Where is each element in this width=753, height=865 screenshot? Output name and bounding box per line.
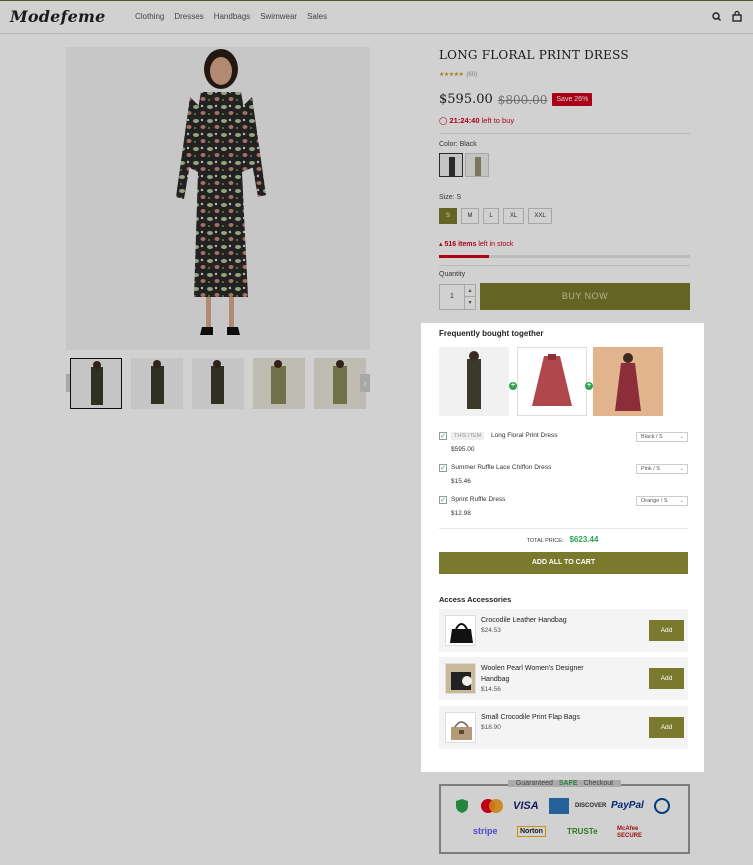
add-accessory-button[interactable]: Add — [649, 620, 684, 641]
fbt-title: Frequently bought together — [439, 329, 544, 338]
chevron-down-icon: ⌄ — [679, 498, 684, 504]
fbt-item-price: $595.00 — [451, 446, 475, 453]
accessory-price: $24.53 — [481, 627, 501, 634]
fbt-checkbox-3[interactable]: ✓ — [439, 496, 447, 504]
fbt-item-name[interactable]: Sprint Ruffle Dress — [451, 496, 505, 503]
fbt-item-2: ✓ Summer Ruffle Lace Chiffon Dress $15.4… — [439, 464, 688, 492]
chevron-down-icon: ⌄ — [679, 466, 684, 472]
fbt-item-price: $12.98 — [451, 510, 471, 517]
accessories-title: Access Accessories — [439, 595, 512, 604]
fbt-checkbox-2[interactable]: ✓ — [439, 464, 447, 472]
fbt-item-price: $15.46 — [451, 478, 471, 485]
this-item-tag: THIS ITEM — [451, 432, 485, 440]
fbt-image-3[interactable] — [593, 347, 663, 416]
accessory-image[interactable] — [445, 712, 476, 743]
fbt-item-3: ✓ Sprint Ruffle Dress $12.98 Orange / S ⌄ — [439, 496, 688, 524]
fbt-item-name[interactable]: Long Floral Print Dress — [491, 432, 557, 439]
fbt-image-2[interactable] — [517, 347, 587, 416]
plus-icon: + — [509, 382, 517, 390]
fbt-variant-select-1[interactable]: Black / S ⌄ — [636, 432, 688, 442]
total-label: TOTAL PRICE: — [526, 538, 564, 544]
accessory-item-3: Small Crocodile Print Flap Bags $18.90 A… — [439, 706, 688, 749]
accessory-price: $14.56 — [481, 686, 501, 693]
divider — [439, 528, 688, 529]
fbt-item-name[interactable]: Summer Ruffle Lace Chiffon Dress — [451, 464, 551, 471]
fbt-item-1: ✓ THIS ITEM Long Floral Print Dress $595… — [439, 432, 688, 460]
accessory-price: $18.90 — [481, 724, 501, 731]
accessory-name[interactable]: Woolen Pearl Women's Designer Handbag — [481, 663, 611, 685]
accessory-name[interactable]: Small Crocodile Print Flap Bags — [481, 712, 611, 723]
total-value: $623.44 — [569, 535, 599, 544]
total-price: TOTAL PRICE: $623.44 — [421, 535, 704, 544]
upsell-panel: Frequently bought together + + ✓ THIS IT… — [421, 323, 704, 772]
accessory-item-1: Crocodile Leather Handbag $24.53 Add — [439, 609, 688, 652]
fbt-variant-select-2[interactable]: Pink / S ⌄ — [636, 464, 688, 474]
chevron-down-icon: ⌄ — [679, 434, 684, 440]
accessory-item-2: Woolen Pearl Women's Designer Handbag $1… — [439, 657, 688, 700]
fbt-checkbox-1[interactable]: ✓ — [439, 432, 447, 440]
add-accessory-button[interactable]: Add — [649, 717, 684, 738]
add-all-to-cart-button[interactable]: ADD ALL TO CART — [439, 552, 688, 574]
fbt-variant-select-3[interactable]: Orange / S ⌄ — [636, 496, 688, 506]
accessory-image[interactable] — [445, 663, 476, 694]
accessory-name[interactable]: Crocodile Leather Handbag — [481, 615, 611, 626]
accessory-image[interactable] — [445, 615, 476, 646]
plus-icon: + — [585, 382, 593, 390]
fbt-image-1[interactable] — [439, 347, 509, 416]
add-accessory-button[interactable]: Add — [649, 668, 684, 689]
